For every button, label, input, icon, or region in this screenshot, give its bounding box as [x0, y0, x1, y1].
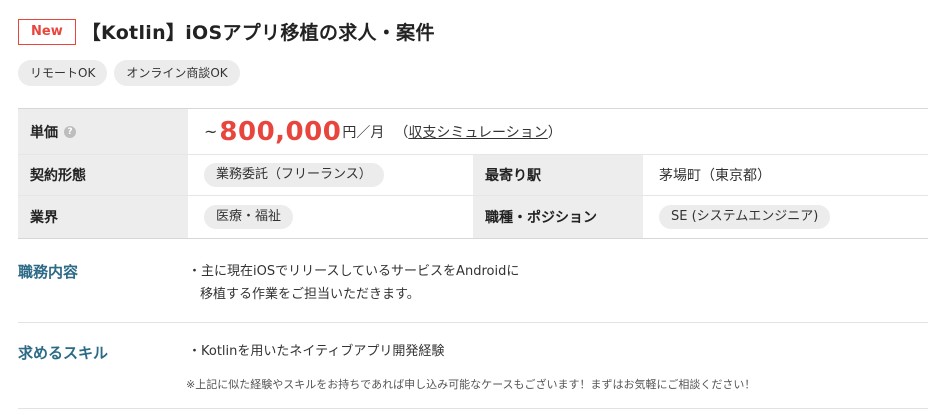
- price-row: 単価 ? ~ 800,000 円／月 （収支シミュレーション）: [18, 109, 928, 155]
- income-simulation-link[interactable]: 収支シミュレーション: [408, 125, 547, 141]
- tag-list: リモートOK オンライン商談OK: [18, 60, 240, 86]
- price-unit: 円／月: [342, 124, 385, 141]
- industry-value-cell: 医療・福祉: [188, 196, 473, 238]
- duties-body: ・主に現在iOSでリリースしているサービスをAndroidに 移植する作業をご担…: [188, 260, 519, 306]
- skills-note: ※上記に似た経験やスキルをお持ちであれば申し込み可能なケースもございます！まずは…: [186, 378, 756, 391]
- station-label: 最寄り駅: [473, 155, 643, 195]
- contract-value: 業務委託（フリーランス）: [204, 163, 384, 187]
- duties-label: 職務内容: [18, 263, 79, 281]
- skills-line-1: ・Kotlinを用いたネイティブアプリ開発経験: [188, 344, 445, 359]
- skills-label: 求めるスキル: [18, 344, 109, 362]
- help-icon[interactable]: ?: [64, 125, 76, 138]
- industry-label: 業界: [18, 196, 188, 238]
- bottom-divider: [18, 408, 928, 409]
- price-value-cell: ~ 800,000 円／月 （収支シミュレーション）: [188, 109, 928, 154]
- sim-open-paren: （: [394, 124, 409, 141]
- station-value: 茅場町（東京都）: [643, 155, 928, 195]
- duties-line-1: ・主に現在iOSでリリースしているサービスをAndroidに: [188, 264, 520, 279]
- duties-line-2: 移植する作業をご担当いただきます。: [200, 287, 420, 302]
- position-value: SE (システムエンジニア): [659, 205, 831, 229]
- job-header: New 【Kotlin】iOSアプリ移植の求人・案件: [18, 18, 435, 45]
- job-info-table: 単価 ? ~ 800,000 円／月 （収支シミュレーション） 契約形態 業務委…: [18, 108, 928, 239]
- contract-label: 契約形態: [18, 155, 188, 195]
- price-prefix: ~: [204, 122, 218, 141]
- tag-remote: リモートOK: [18, 60, 108, 86]
- industry-value: 医療・福祉: [204, 205, 294, 229]
- sim-close-paren: ）: [547, 124, 562, 141]
- price-amount: 800,000: [219, 116, 342, 147]
- tag-online-meeting: オンライン商談OK: [114, 60, 240, 86]
- contract-value-cell: 業務委託（フリーランス）: [188, 155, 473, 195]
- position-value-cell: SE (システムエンジニア): [643, 196, 928, 238]
- position-label: 職種・ポジション: [473, 196, 643, 238]
- price-label-cell: 単価 ?: [18, 109, 188, 154]
- income-simulation: （収支シミュレーション）: [394, 122, 561, 142]
- contract-row: 契約形態 業務委託（フリーランス） 最寄り駅 茅場町（東京都）: [18, 155, 928, 196]
- job-title[interactable]: 【Kotlin】iOSアプリ移植の求人・案件: [82, 18, 435, 45]
- section-divider: [18, 322, 928, 323]
- skills-section: 求めるスキル ・Kotlinを用いたネイティブアプリ開発経験: [18, 340, 928, 380]
- industry-row: 業界 医療・福祉 職種・ポジション SE (システムエンジニア): [18, 196, 928, 238]
- new-badge: New: [18, 18, 76, 45]
- price-label: 単価: [30, 124, 58, 141]
- duties-section: 職務内容 ・主に現在iOSでリリースしているサービスをAndroidに 移植する…: [18, 258, 928, 318]
